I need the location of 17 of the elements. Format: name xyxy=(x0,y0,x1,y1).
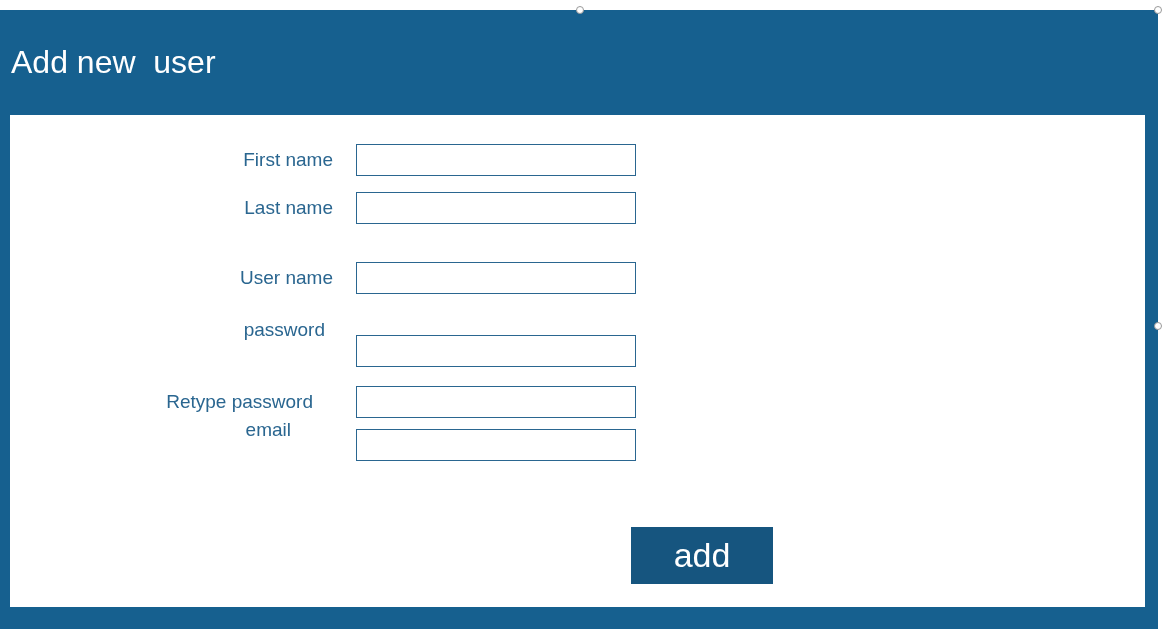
resize-handle[interactable] xyxy=(576,6,584,14)
input-field[interactable] xyxy=(356,335,636,367)
field-label: Retype password xyxy=(165,391,314,413)
input-field[interactable] xyxy=(356,429,636,461)
input-field[interactable] xyxy=(356,144,636,176)
resize-handle[interactable] xyxy=(1154,6,1162,14)
field-label: password xyxy=(242,319,326,341)
field-label: email xyxy=(244,419,292,441)
form-title: Add new user xyxy=(11,44,216,81)
field-label: User name xyxy=(239,267,333,289)
input-field[interactable] xyxy=(356,192,636,224)
input-field[interactable] xyxy=(356,386,636,418)
add-button[interactable]: add xyxy=(631,527,773,584)
field-label: Last name xyxy=(243,197,333,219)
field-label: First name xyxy=(242,149,333,171)
resize-handle[interactable] xyxy=(1154,322,1162,330)
input-field[interactable] xyxy=(356,262,636,294)
